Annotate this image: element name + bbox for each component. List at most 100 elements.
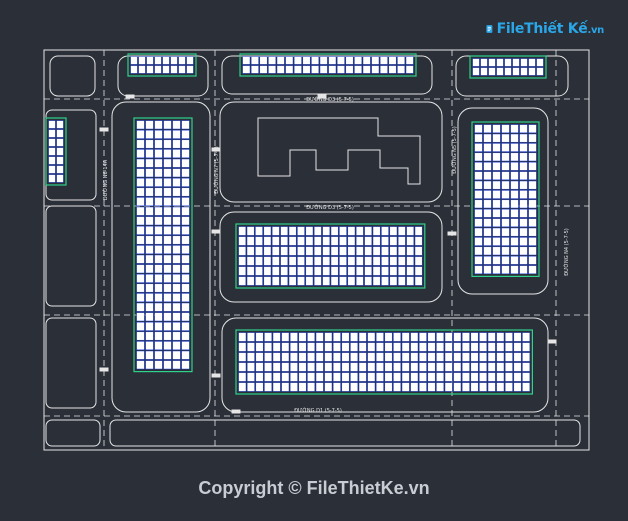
lot bbox=[293, 65, 302, 74]
lot bbox=[436, 352, 445, 362]
lot bbox=[474, 246, 483, 256]
lot-block-top-right bbox=[469, 55, 547, 79]
lot bbox=[181, 235, 190, 245]
lot bbox=[453, 352, 462, 362]
lot bbox=[136, 216, 145, 226]
lot bbox=[154, 168, 163, 178]
lot bbox=[154, 321, 163, 331]
lot bbox=[298, 342, 307, 352]
lot bbox=[496, 67, 504, 76]
lot bbox=[436, 342, 445, 352]
lot bbox=[372, 236, 381, 246]
lot bbox=[264, 342, 273, 352]
lot bbox=[347, 276, 356, 286]
lot bbox=[510, 152, 519, 162]
lot bbox=[461, 342, 470, 352]
cad-drawing: ĐƯỜNG D3 (5-7-5) ĐƯỜNG D3 (5-7-5) ĐƯỜNG D1… bbox=[0, 0, 628, 516]
lot bbox=[381, 266, 389, 276]
road-curb bbox=[45, 205, 97, 307]
lot bbox=[414, 246, 423, 256]
lot bbox=[519, 190, 528, 199]
lot bbox=[170, 56, 178, 65]
lot bbox=[519, 246, 528, 256]
lot bbox=[418, 332, 427, 342]
lot bbox=[528, 199, 537, 209]
lot bbox=[522, 382, 531, 392]
lot bbox=[358, 382, 367, 392]
lot bbox=[339, 226, 347, 236]
lot bbox=[406, 236, 415, 246]
lot bbox=[375, 332, 384, 342]
lot bbox=[414, 236, 423, 246]
lot bbox=[528, 161, 537, 171]
lot bbox=[501, 190, 510, 199]
lot bbox=[528, 180, 537, 190]
lot bbox=[281, 342, 290, 352]
lot bbox=[313, 276, 322, 286]
crosswalk bbox=[99, 367, 109, 372]
lot bbox=[145, 216, 154, 226]
lot bbox=[163, 273, 172, 283]
lot bbox=[255, 266, 263, 276]
lot bbox=[522, 372, 531, 382]
lot bbox=[305, 266, 314, 276]
street-label-middle: ĐƯỜNG D3 (5-7-5) bbox=[306, 204, 354, 211]
lot bbox=[181, 139, 190, 149]
lot bbox=[401, 342, 410, 352]
lot bbox=[492, 133, 501, 143]
lot bbox=[522, 332, 531, 342]
lot bbox=[388, 65, 397, 74]
lot bbox=[405, 65, 414, 74]
lot bbox=[483, 218, 492, 228]
lot bbox=[520, 58, 528, 67]
lot bbox=[519, 227, 528, 237]
crosswalk bbox=[211, 373, 221, 378]
lot bbox=[238, 276, 247, 286]
lot bbox=[487, 372, 496, 382]
lot bbox=[255, 382, 264, 392]
lot bbox=[130, 65, 138, 74]
lot bbox=[56, 156, 64, 165]
lot bbox=[154, 331, 163, 341]
lot bbox=[154, 197, 163, 207]
lot bbox=[298, 352, 307, 362]
lot bbox=[501, 161, 510, 171]
lot bbox=[501, 171, 510, 181]
lot bbox=[427, 382, 436, 392]
lot bbox=[172, 273, 181, 283]
lot bbox=[170, 65, 178, 74]
lot bbox=[474, 227, 483, 237]
lot bbox=[341, 382, 350, 392]
lot bbox=[501, 143, 510, 152]
lot bbox=[307, 352, 316, 362]
lot bbox=[375, 342, 384, 352]
lot bbox=[154, 312, 163, 322]
lot bbox=[154, 254, 163, 264]
lot bbox=[172, 216, 181, 226]
lot bbox=[172, 302, 181, 312]
lot bbox=[406, 246, 415, 256]
lot bbox=[48, 165, 56, 174]
lot bbox=[427, 342, 436, 352]
lot bbox=[347, 236, 356, 246]
lot bbox=[519, 199, 528, 209]
lot bbox=[339, 236, 347, 246]
lot bbox=[474, 180, 483, 190]
lot bbox=[246, 256, 255, 266]
lot bbox=[305, 246, 314, 256]
lot bbox=[172, 177, 181, 187]
lot bbox=[289, 332, 298, 342]
lot bbox=[246, 236, 255, 246]
lot bbox=[280, 246, 289, 256]
lot bbox=[418, 352, 427, 362]
lot bbox=[384, 342, 393, 352]
lot bbox=[246, 342, 255, 352]
lot bbox=[339, 266, 347, 276]
lot bbox=[410, 382, 419, 392]
lot bbox=[504, 342, 513, 352]
lot bbox=[272, 332, 281, 342]
lot bbox=[297, 276, 305, 286]
lot bbox=[255, 246, 263, 256]
lot bbox=[145, 312, 154, 322]
lot bbox=[145, 149, 154, 159]
